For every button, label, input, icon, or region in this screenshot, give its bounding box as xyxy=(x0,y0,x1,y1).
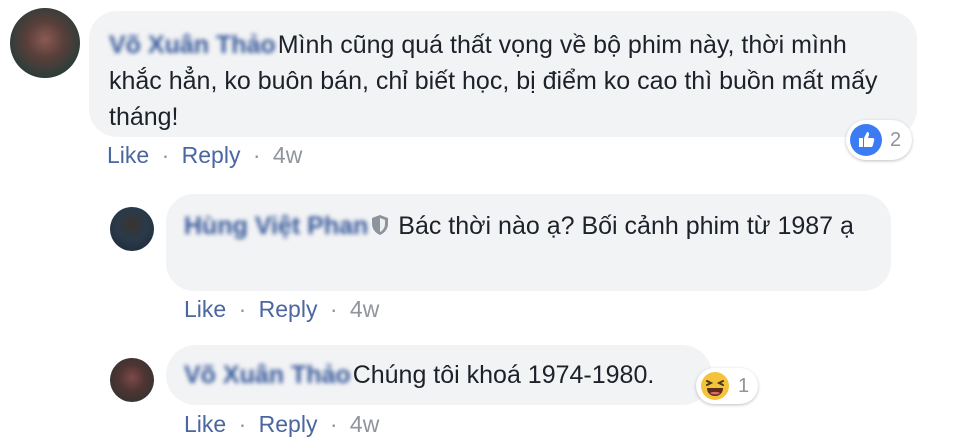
reply-bubble: Hùng Việt Phan Bác thời nào ạ? Bối cảnh p… xyxy=(166,194,891,291)
reaction-summary[interactable]: 1 xyxy=(696,368,758,404)
timestamp[interactable]: 4w xyxy=(350,411,379,437)
comment-actions: Like · Reply · 4w xyxy=(107,142,302,169)
like-link[interactable]: Like xyxy=(184,296,226,322)
shield-icon xyxy=(370,210,390,246)
reply-bubble: Võ Xuân ThảoChúng tôi khoá 1974-1980. xyxy=(166,345,712,405)
separator-dot: · xyxy=(161,142,170,168)
avatar[interactable] xyxy=(10,8,80,78)
separator-dot: · xyxy=(238,411,247,437)
reply-link[interactable]: Reply xyxy=(259,411,318,437)
separator-dot: · xyxy=(238,296,247,322)
reply-actions: Like · Reply · 4w xyxy=(184,296,379,323)
reply-text: Chúng tôi khoá 1974-1980. xyxy=(352,361,655,389)
separator-dot: · xyxy=(329,411,338,437)
like-link[interactable]: Like xyxy=(107,142,149,168)
avatar[interactable] xyxy=(110,207,154,251)
reaction-count: 1 xyxy=(738,374,750,397)
comment-thread: Võ Xuân ThảoMình cũng quá thất vọng về b… xyxy=(0,0,976,448)
timestamp[interactable]: 4w xyxy=(273,142,302,168)
reaction-count: 2 xyxy=(890,128,902,151)
thumbs-up-icon xyxy=(850,124,882,156)
comment-author[interactable]: Võ Xuân Thảo xyxy=(109,31,276,59)
like-link[interactable]: Like xyxy=(184,411,226,437)
reply-author[interactable]: Võ Xuân Thảo xyxy=(184,361,351,389)
laughing-face-icon xyxy=(700,371,730,401)
reply-author[interactable]: Hùng Việt Phan xyxy=(184,212,368,240)
avatar[interactable] xyxy=(110,358,154,402)
separator-dot: · xyxy=(329,296,338,322)
reaction-summary[interactable]: 2 xyxy=(846,120,912,160)
reply-link[interactable]: Reply xyxy=(182,142,241,168)
separator-dot: · xyxy=(252,142,261,168)
reply-link[interactable]: Reply xyxy=(259,296,318,322)
comment-bubble: Võ Xuân ThảoMình cũng quá thất vọng về b… xyxy=(89,11,917,137)
reply-actions: Like · Reply · 4w xyxy=(184,411,379,438)
timestamp[interactable]: 4w xyxy=(350,296,379,322)
reply-text: Bác thời nào ạ? Bối cảnh phim từ 1987 ạ xyxy=(398,212,854,240)
